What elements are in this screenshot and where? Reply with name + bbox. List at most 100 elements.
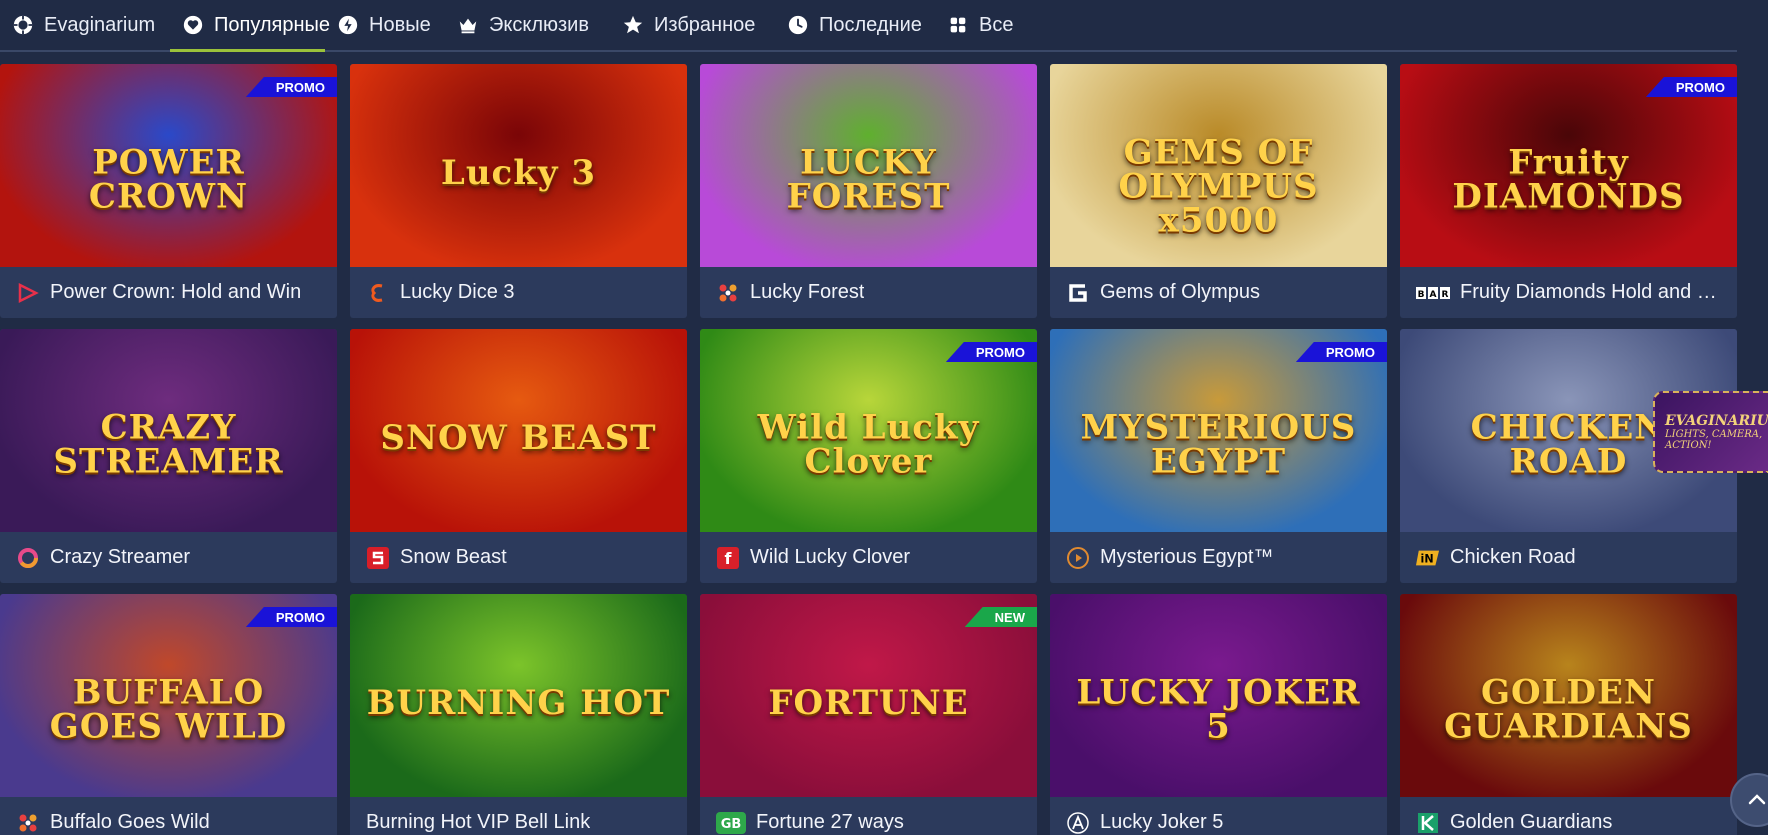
- nav-tab-label: Популярные: [214, 13, 331, 36]
- game-thumbnail[interactable]: LUCKY FOREST: [700, 64, 1037, 267]
- k-logo-icon: [1416, 811, 1440, 835]
- svg-text:GB: GB: [721, 817, 742, 832]
- star-icon: [622, 14, 644, 36]
- game-caption[interactable]: f Wild Lucky Clover: [700, 532, 1037, 583]
- game-caption[interactable]: Power Crown: Hold and Win: [0, 267, 337, 318]
- game-caption[interactable]: iN Chicken Road: [1400, 532, 1737, 583]
- nav-tab-label: Избранное: [654, 13, 756, 36]
- game-card[interactable]: LUCKY FOREST Lucky Forest: [700, 64, 1037, 318]
- game-card[interactable]: FORTUNE NEW GB Fortune 27 ways: [700, 594, 1037, 835]
- game-title: Fortune 27 ways: [756, 811, 904, 833]
- nav-tab-6[interactable]: Все: [935, 0, 1035, 50]
- game-caption[interactable]: Gems of Olympus: [1050, 267, 1387, 318]
- game-art-title: Wild Lucky Clover: [757, 407, 980, 482]
- game-art-title: GOLDEN GUARDIANS: [1444, 672, 1693, 747]
- game-title: Lucky Forest: [750, 281, 865, 303]
- game-thumbnail[interactable]: MYSTERIOUS EGYPT PROMO: [1050, 329, 1387, 532]
- game-thumbnail[interactable]: FORTUNE NEW: [700, 594, 1037, 797]
- game-card[interactable]: GEMS OF OLYMPUS x5000 Gems of Olympus: [1050, 64, 1387, 318]
- svg-text:R: R: [1442, 290, 1449, 300]
- e-logo-icon: [366, 281, 390, 305]
- game-title: Power Crown: Hold and Win: [50, 281, 302, 303]
- game-art-title: CRAZY STREAMER: [53, 407, 284, 482]
- svg-text:f: f: [725, 549, 733, 568]
- bar-logo-icon: BAR: [1416, 281, 1450, 305]
- game-title: Wild Lucky Clover: [750, 546, 911, 568]
- game-art-title: MYSTERIOUS EGYPT: [1080, 407, 1357, 482]
- game-title: Golden Guardians: [1450, 811, 1613, 833]
- game-art-title: SNOW BEAST: [380, 417, 657, 458]
- game-card[interactable]: LUCKY JOKER 5 Lucky Joker 5: [1050, 594, 1387, 835]
- game-thumbnail[interactable]: POWER CROWN PROMO: [0, 64, 337, 267]
- game-art-title: FORTUNE: [768, 682, 969, 723]
- game-card[interactable]: Lucky 3 Lucky Dice 3: [350, 64, 687, 318]
- game-caption[interactable]: Burning Hot VIP Bell Link: [350, 797, 687, 835]
- a-logo-icon: [1066, 811, 1090, 835]
- grid-icon: [947, 14, 969, 36]
- side-promo-banner[interactable]: EVAGINARIUM LIGHTS, CAMERA, ACTION!: [1653, 391, 1768, 473]
- crown-icon: [457, 14, 479, 36]
- f-logo-icon: f: [716, 546, 740, 570]
- game-thumbnail[interactable]: GEMS OF OLYMPUS x5000: [1050, 64, 1387, 267]
- chip-icon: [12, 14, 34, 36]
- game-thumbnail[interactable]: CRAZY STREAMER: [0, 329, 337, 532]
- g-logo-icon: [1066, 281, 1090, 305]
- game-title: Mysterious Egypt™: [1100, 546, 1274, 568]
- promo-badge: PROMO: [1295, 342, 1387, 362]
- game-card[interactable]: SNOW BEAST Snow Beast: [350, 329, 687, 583]
- lightning-chip-icon: [337, 14, 359, 36]
- game-caption[interactable]: Lucky Dice 3: [350, 267, 687, 318]
- play-triangle-icon: [16, 281, 40, 305]
- nav-tab-0[interactable]: Evaginarium: [0, 0, 170, 50]
- game-card[interactable]: CRAZY STREAMER Crazy Streamer: [0, 329, 337, 583]
- game-thumbnail[interactable]: SNOW BEAST: [350, 329, 687, 532]
- nav-tab-2[interactable]: Новые: [325, 0, 445, 50]
- game-art-title: BUFFALO GOES WILD: [49, 672, 288, 747]
- game-grid: POWER CROWN PROMO Power Crown: Hold and Wi…: [0, 64, 1737, 835]
- heart-chip-icon: [182, 14, 204, 36]
- game-caption[interactable]: Lucky Joker 5: [1050, 797, 1387, 835]
- game-card[interactable]: Fruity DIAMONDS PROMO B A R Fruity Diamonds H…: [1400, 64, 1737, 318]
- game-art-title: LUCKY FOREST: [786, 142, 951, 217]
- game-caption[interactable]: B A R Fruity Diamonds Hold and S...: [1400, 267, 1737, 318]
- nav-tab-3[interactable]: Эксклюзив: [445, 0, 610, 50]
- nav-tab-label: Все: [979, 13, 1014, 36]
- game-caption[interactable]: Snow Beast: [350, 532, 687, 583]
- game-card[interactable]: Wild Lucky Clover PROMO f Wild Lucky Clover: [700, 329, 1037, 583]
- game-art-title: Fruity DIAMONDS: [1452, 142, 1685, 217]
- game-title: Lucky Joker 5: [1100, 811, 1224, 833]
- game-caption[interactable]: Golden Guardians: [1400, 797, 1737, 835]
- game-card[interactable]: BUFFALO GOES WILD PROMO Buffalo Goes Wild: [0, 594, 337, 835]
- game-caption[interactable]: Crazy Streamer: [0, 532, 337, 583]
- nav-tab-label: Evaginarium: [44, 13, 156, 36]
- game-thumbnail[interactable]: Wild Lucky Clover PROMO: [700, 329, 1037, 532]
- nav-tab-5[interactable]: Последние: [775, 0, 935, 50]
- game-title: Burning Hot VIP Bell Link: [366, 811, 591, 833]
- side-banner-title: EVAGINARIUM: [1665, 413, 1768, 429]
- game-card[interactable]: POWER CROWN PROMO Power Crown: Hold and Wi…: [0, 64, 337, 318]
- svg-text:A: A: [1430, 290, 1437, 300]
- game-caption[interactable]: Lucky Forest: [700, 267, 1037, 318]
- game-caption[interactable]: Buffalo Goes Wild: [0, 797, 337, 835]
- clock-icon: [787, 14, 809, 36]
- game-thumbnail[interactable]: Fruity DIAMONDS PROMO: [1400, 64, 1737, 267]
- game-thumbnail[interactable]: BURNING HOT: [350, 594, 687, 797]
- game-title: Fruity Diamonds Hold and S...: [1460, 281, 1725, 303]
- game-title: Gems of Olympus: [1100, 281, 1261, 303]
- game-title: Snow Beast: [400, 546, 507, 568]
- promo-badge: PROMO: [1645, 77, 1737, 97]
- game-card[interactable]: BURNING HOT Burning Hot VIP Bell Link: [350, 594, 687, 835]
- game-card[interactable]: GOLDEN GUARDIANS Golden Guardians: [1400, 594, 1737, 835]
- game-thumbnail[interactable]: Lucky 3: [350, 64, 687, 267]
- game-caption[interactable]: Mysterious Egypt™: [1050, 532, 1387, 583]
- game-card[interactable]: MYSTERIOUS EGYPT PROMO Mysterious Egypt™: [1050, 329, 1387, 583]
- game-thumbnail[interactable]: BUFFALO GOES WILD PROMO: [0, 594, 337, 797]
- game-thumbnail[interactable]: LUCKY JOKER 5: [1050, 594, 1387, 797]
- s-logo-icon: [366, 546, 390, 570]
- promo-badge: PROMO: [945, 342, 1037, 362]
- nav-tab-4[interactable]: Избранное: [610, 0, 775, 50]
- promo-badge: PROMO: [245, 77, 337, 97]
- game-caption[interactable]: GB Fortune 27 ways: [700, 797, 1037, 835]
- nav-tab-1[interactable]: Популярные: [170, 0, 330, 52]
- game-thumbnail[interactable]: GOLDEN GUARDIANS: [1400, 594, 1737, 797]
